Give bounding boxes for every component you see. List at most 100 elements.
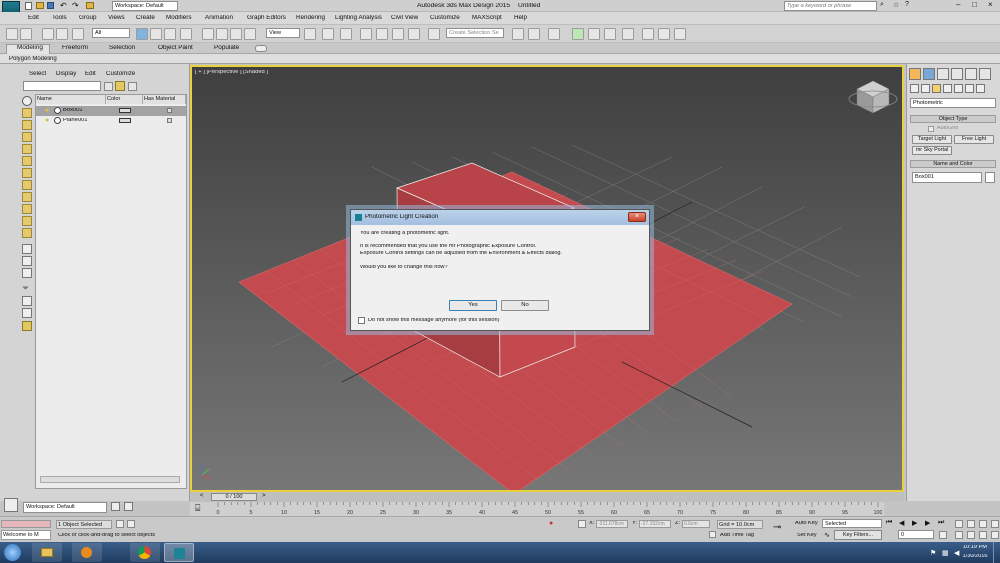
helpers-category-icon[interactable] <box>954 84 963 93</box>
zoom-icon[interactable] <box>955 520 963 528</box>
undo-icon[interactable]: ↶ <box>60 1 67 10</box>
menu-views[interactable]: Views <box>108 15 125 21</box>
menu-tools[interactable]: Tools <box>52 15 67 21</box>
key-mode-dropdown[interactable]: Selected <box>822 519 882 528</box>
menu-civil-view[interactable]: Civil View <box>391 15 418 21</box>
open-file-icon[interactable] <box>36 2 44 9</box>
lock-selection-icon[interactable] <box>127 520 135 528</box>
field-of-view-icon[interactable] <box>955 531 963 539</box>
dont-show-checkbox[interactable] <box>358 317 365 324</box>
communication-icon[interactable]: ☆ <box>893 1 899 9</box>
zoom-extents-all-icon[interactable] <box>991 520 999 528</box>
snaps-toggle-icon[interactable] <box>360 28 372 40</box>
rectangle-selection-icon[interactable] <box>164 28 176 40</box>
mirror-icon[interactable] <box>512 28 524 40</box>
menu-graph-editors[interactable]: Graph Editors <box>247 15 286 21</box>
spinner-snap-icon[interactable] <box>408 28 420 40</box>
window-crossing-icon[interactable] <box>180 28 192 40</box>
menu-customize[interactable]: Customize <box>430 15 460 21</box>
pan-icon[interactable] <box>967 531 975 539</box>
dialog-title-bar[interactable]: Photometric Light Creation × <box>351 210 649 225</box>
mini-curve-editor-icon[interactable]: ⌸ <box>195 503 200 514</box>
containers-filter-icon[interactable] <box>22 216 32 226</box>
zoom-extents-icon[interactable] <box>979 520 987 528</box>
menu-lighting-analysis[interactable]: Lighting Analysis <box>335 15 382 21</box>
go-to-start-icon[interactable]: ⏮ <box>886 519 892 527</box>
object-name-input[interactable]: Box001 <box>912 172 982 183</box>
time-slider[interactable]: 0 / 100 < > <box>190 492 904 502</box>
play-icon[interactable]: ▶ <box>912 519 917 527</box>
rotate-icon[interactable] <box>216 28 228 40</box>
filter-funnel-icon[interactable]: ⏷ <box>22 283 29 294</box>
target-light-button[interactable]: Target Light <box>912 135 952 144</box>
redo-icon[interactable]: ↷ <box>72 1 79 10</box>
track-bar-ticks[interactable]: 0 5 10 15 20 25 30 35 40 45 50 55 60 65 70 75 80 85 90 95 10… <box>212 502 882 516</box>
clock-date[interactable]: 1/30/2016 <box>960 554 990 560</box>
minimize-icon[interactable]: – <box>956 0 960 9</box>
filter-icon[interactable] <box>115 81 125 91</box>
auto-key-button[interactable]: Auto Key <box>795 521 818 527</box>
rendered-frame-icon[interactable] <box>658 28 670 40</box>
tab-object-paint[interactable]: Object Paint <box>158 45 193 51</box>
column-color[interactable]: Color <box>106 95 143 104</box>
shapes-category-icon[interactable] <box>921 84 930 93</box>
explorer-workspace-dropdown[interactable]: Workspace: Default <box>23 502 107 513</box>
maximize-viewport-icon[interactable] <box>991 531 999 539</box>
3dsmax-taskbar-icon[interactable] <box>164 543 194 562</box>
lights-category-icon[interactable] <box>932 84 941 93</box>
explorer-menu-edit[interactable]: Edit <box>85 71 96 77</box>
orbit-icon[interactable] <box>979 531 987 539</box>
hierarchy-tab-icon[interactable] <box>937 68 949 80</box>
no-button[interactable]: No <box>501 300 549 311</box>
reference-coordinate-dropdown[interactable]: View <box>266 28 300 38</box>
tab-selection[interactable]: Selection <box>109 45 135 51</box>
space-warps-category-icon[interactable] <box>965 84 974 93</box>
light-bulb-icon[interactable]: ● <box>45 107 49 114</box>
explorer-taskbar-icon[interactable] <box>32 543 62 562</box>
keyboard-shortcut-icon[interactable] <box>340 28 352 40</box>
options-icon[interactable] <box>128 82 137 91</box>
lock-icon[interactable] <box>22 321 32 331</box>
menu-edit[interactable]: Edit <box>28 15 39 21</box>
edit-named-selection-icon[interactable] <box>428 28 440 40</box>
next-frame-icon[interactable]: ▶ <box>925 519 930 527</box>
time-slider-prev-icon[interactable]: < <box>200 493 204 499</box>
absolute-mode-icon[interactable] <box>578 520 586 528</box>
column-has-material[interactable]: Has Material <box>143 95 186 104</box>
clock-time[interactable]: 10:19 PM <box>960 545 990 551</box>
y-coordinate-field[interactable]: -27.152cm <box>639 520 671 528</box>
add-time-tag-button[interactable]: Add Time Tag <box>720 533 754 539</box>
xrefs-filter-icon[interactable] <box>22 192 32 202</box>
flag-icon[interactable]: ⚑ <box>930 549 936 557</box>
frozen-filter-icon[interactable] <box>22 228 32 238</box>
time-tag-icon[interactable] <box>709 531 716 538</box>
search-input[interactable]: Type a keyword or phrase <box>784 1 877 11</box>
network-icon[interactable]: ▦ <box>942 549 949 557</box>
object-color-swatch[interactable] <box>985 172 995 183</box>
link-icon[interactable] <box>42 28 54 40</box>
menu-group[interactable]: Group <box>79 15 97 21</box>
percent-snap-icon[interactable] <box>392 28 404 40</box>
ribbon-subtab-polygon-modeling[interactable]: Polygon Modeling <box>9 56 57 62</box>
time-slider-frame[interactable]: 0 / 100 <box>211 493 257 501</box>
modify-tab-icon[interactable] <box>923 68 935 80</box>
systems-category-icon[interactable] <box>976 84 985 93</box>
explorer-layer-icon[interactable] <box>111 502 120 511</box>
x-coordinate-field[interactable]: -311.678cm <box>596 520 628 528</box>
schematic-view-icon[interactable] <box>604 28 616 40</box>
close-icon[interactable]: × <box>988 0 993 9</box>
z-coordinate-field[interactable]: 0.0cm <box>682 520 710 528</box>
groups-filter-icon[interactable] <box>22 180 32 190</box>
help-icon[interactable]: ? <box>905 1 909 8</box>
curve-editor-icon[interactable] <box>588 28 600 40</box>
invert-display-icon[interactable] <box>22 268 32 278</box>
start-button-icon[interactable] <box>4 544 21 561</box>
hierarchy-icon[interactable] <box>22 296 32 306</box>
adaptive-degradation-icon[interactable]: ● <box>549 520 553 527</box>
yes-button[interactable]: Yes <box>449 300 497 311</box>
redo-button-icon[interactable] <box>20 28 32 40</box>
helpers-filter-icon[interactable] <box>22 156 32 166</box>
toggle-ribbon-icon[interactable] <box>572 28 584 40</box>
render-production-icon[interactable] <box>674 28 686 40</box>
layer-explorer-icon[interactable] <box>548 28 560 40</box>
